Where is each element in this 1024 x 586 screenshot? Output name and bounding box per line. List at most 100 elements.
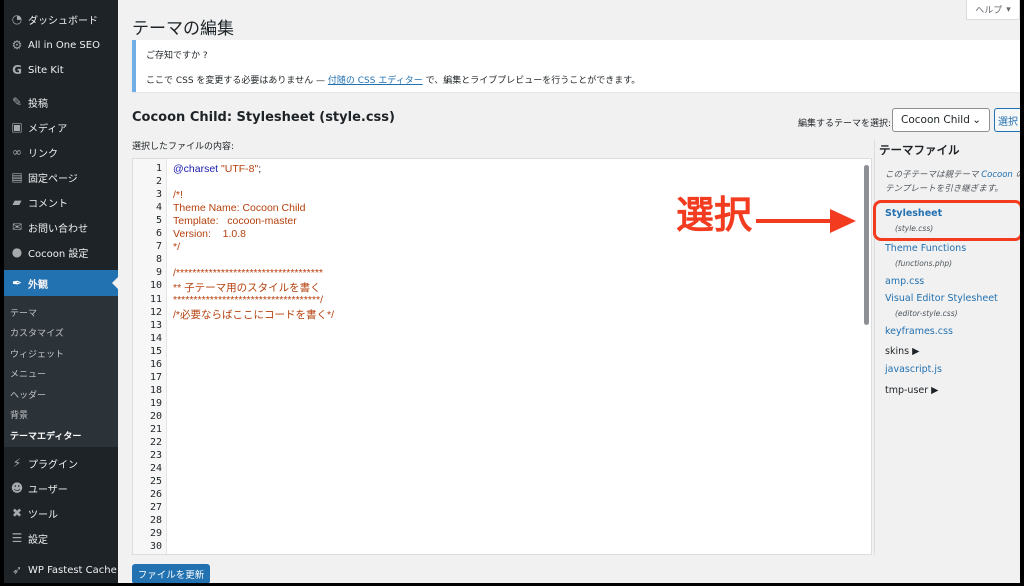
settings-icon: ☰ [11,531,23,545]
line-number: 7 [155,241,162,253]
line-number: 30 [149,541,162,553]
file-sub-functions: (functions.php) [895,259,953,268]
submenu-item-widgets[interactable]: ウィジェット [10,347,64,360]
line-number: 2 [155,176,162,188]
main-content: テーマの編集 ヘルプ ▾ ご存知ですか ? ここで CSS を変更する必要はありま… [118,0,1020,583]
line-number: 10 [149,280,162,292]
code-line: Theme Name: Cocoon Child [173,202,306,215]
line-number: 24 [149,463,162,475]
editor-scrollbar[interactable] [864,165,869,325]
line-number: 12 [149,306,162,318]
code-line: @charset "UTF-8"; [173,163,262,175]
notice-text-before: ここで CSS を変更する必要はありません — [146,76,328,86]
sidebar-item-appearance[interactable]: ✒ 外観 [4,270,118,296]
info-notice: ご存知ですか ? ここで CSS を変更する必要はありません — 付随の CSS… [132,40,1020,92]
code-line: /*必要ならばここにコードを書く*/ [173,308,335,321]
chevron-down-icon: ⌄ [972,114,981,126]
line-number: 25 [149,476,162,488]
triangle-down-icon: ▾ [1006,4,1011,15]
line-number: 29 [149,528,162,540]
notice-text-after: で、編集とライブプレビューを行うことができます。 [422,76,641,86]
sidebar-item-wp-fastest-cache[interactable]: ➶ WP Fastest Cache [4,557,118,583]
code-line: Template: cocoon-master [173,215,297,228]
page-title: テーマの編集 [132,19,234,39]
sidebar-item-contact[interactable]: ✉ お問い合わせ [4,214,118,240]
line-number: 5 [155,215,162,227]
folder-tmp-user[interactable]: tmp-user ▶ [885,385,938,396]
notice-title: ご存知ですか ? [146,51,208,61]
code-line: Version: 1.0.8 [173,228,246,241]
child-theme-note: この子テーマは親テーマ Cocoon のテンプレートを引き継ぎます。 [885,168,1020,196]
line-number: 3 [155,189,162,201]
gear-icon: ⚙ [11,38,23,52]
wp-admin-window: ◔ ダッシュボード ⚙ All in One SEO G Site Kit ✎ 投稿 ▣… [4,0,1020,583]
help-label: ヘルプ [975,6,1003,16]
brush-icon: ✒ [11,276,23,290]
pin-icon: ✎ [11,95,23,109]
help-tab-button[interactable]: ヘルプ ▾ [966,0,1020,20]
sidebar-item-users[interactable]: ☻ ユーザー [4,475,118,501]
submenu-item-background[interactable]: 背景 [10,408,28,421]
select-theme-button[interactable]: 選択 [994,108,1020,132]
sidebar-item-posts[interactable]: ✎ 投稿 [4,89,118,115]
theme-files-title: テーマファイル [879,143,960,157]
submenu-item-menus[interactable]: メニュー [10,367,46,380]
notice-body: ここで CSS を変更する必要はありません — 付随の CSS エディター で、… [146,73,1010,86]
update-file-button[interactable]: ファイルを更新 [132,564,210,583]
file-content-label: 選択したファイルの内容: [132,142,235,152]
file-link-visual-editor-stylesheet[interactable]: Visual Editor Stylesheet [885,293,998,304]
line-number: 19 [149,397,162,409]
file-link-javascript-js[interactable]: javascript.js [885,364,942,375]
line-number: 23 [149,450,162,462]
line-number: 11 [149,293,162,305]
line-number: 6 [155,228,162,240]
wrench-icon: ✖ [11,506,23,520]
folder-skins[interactable]: skins ▶ [885,346,919,357]
line-number: 18 [149,384,162,396]
sidebar-item-comments[interactable]: ▰ コメント [4,189,118,215]
line-number: 9 [155,267,162,279]
code-line: */ [173,241,181,254]
theme-select-dropdown[interactable]: Cocoon Child ⌄ [892,108,990,132]
theme-select-label: 編集するテーマを選択: [798,119,892,129]
line-number: 14 [149,332,162,344]
submenu-item-themes[interactable]: テーマ [10,306,37,319]
line-number: 21 [149,424,162,435]
sidebar-item-tools[interactable]: ✖ ツール [4,500,118,526]
line-number: 26 [149,489,162,501]
sidebar-item-sitekit[interactable]: G Site Kit [4,57,118,83]
note-text-before: この子テーマは親テーマ [885,170,982,180]
media-icon: ▣ [11,120,23,134]
file-link-keyframes-css[interactable]: keyframes.css [885,326,953,337]
line-number: 4 [155,202,162,214]
file-link-theme-functions[interactable]: Theme Functions [885,243,966,254]
custom-css-editor-link[interactable]: 付随の CSS エディター [328,76,423,86]
annotation-arrow-icon [756,209,856,233]
parent-theme-link[interactable]: Cocoon [981,170,1013,180]
sidebar-item-dashboard[interactable]: ◔ ダッシュボード [4,6,118,32]
line-number: 15 [149,345,162,357]
sidebar-item-plugins[interactable]: ⚡ プラグイン [4,450,118,476]
submenu-item-header[interactable]: ヘッダー [10,388,46,401]
submenu-item-theme-editor[interactable]: テーマエディター [10,429,81,442]
line-number: 16 [149,358,162,370]
selected-theme: Cocoon Child [901,114,970,126]
line-number: 20 [149,410,162,422]
dashboard-icon: ◔ [11,12,23,26]
submenu-item-customize[interactable]: カスタマイズ [10,326,64,339]
file-link-amp-css[interactable]: amp.css [885,276,924,287]
sidebar-item-pages[interactable]: ▤ 固定ページ [4,164,118,190]
sidebar-item-media[interactable]: ▣ メディア [4,114,118,140]
code-line: ************************************/ [173,293,324,306]
cheetah-icon: ➶ [11,563,23,577]
line-number: 27 [149,502,162,514]
line-number: 17 [149,371,162,383]
circle-icon: ● [11,245,23,259]
sidebar-item-aioseo[interactable]: ⚙ All in One SEO [4,32,118,58]
sidebar-item-cocoon[interactable]: ● Cocoon 設定 [4,239,118,265]
sidebar-item-links[interactable]: ∞ リンク [4,139,118,165]
annotation-label: 選択 [676,193,753,237]
admin-sidebar: ◔ ダッシュボード ⚙ All in One SEO G Site Kit ✎ 投稿 ▣… [4,0,118,583]
line-number: 13 [149,319,162,331]
sidebar-item-settings[interactable]: ☰ 設定 [4,525,118,551]
